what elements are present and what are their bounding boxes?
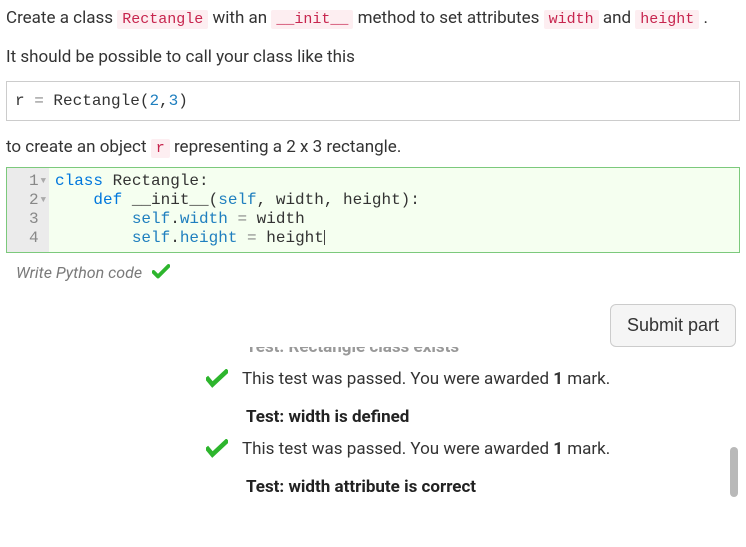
line-number: 3 <box>29 210 39 229</box>
test-pass-row: This test was passed. You were awarded 1… <box>206 369 726 389</box>
test-pass-text: This test was passed. You were awarded 1… <box>242 369 610 389</box>
submit-button[interactable]: Submit part <box>610 304 736 347</box>
text: . <box>704 8 708 28</box>
code-text: , <box>159 92 169 110</box>
test-title: Test: width is defined <box>246 407 726 427</box>
check-icon <box>206 439 228 459</box>
text: and <box>603 8 635 28</box>
test-pass-text: This test was passed. You were awarded 1… <box>242 439 610 459</box>
scrollbar[interactable] <box>730 347 738 507</box>
code-inline-height: height <box>635 10 699 29</box>
code-num: 3 <box>169 92 179 110</box>
code-inline-init: __init__ <box>271 10 353 29</box>
submit-row: Submit part <box>6 288 740 347</box>
check-icon <box>152 264 170 280</box>
cursor <box>324 230 325 245</box>
code-num: 2 <box>149 92 159 110</box>
line-number: 4 <box>29 229 39 248</box>
text: with an <box>212 8 271 28</box>
editor-content[interactable]: class Rectangle: def __init__(self, widt… <box>49 168 739 252</box>
code-eq: = <box>34 92 44 110</box>
code-inline-r: r <box>151 139 170 158</box>
check-icon <box>206 369 228 389</box>
text: representing a 2 x 3 rectangle. <box>174 137 401 157</box>
code-inline-rectangle: Rectangle <box>117 10 208 29</box>
editor-hint: Write Python code <box>16 263 142 282</box>
scroll-thumb[interactable] <box>730 447 738 497</box>
code-text: Rectangle( <box>44 92 150 110</box>
instruction-after: to create an object r representing a 2 x… <box>6 135 740 161</box>
text: Create a class <box>6 8 117 28</box>
code-text: r <box>15 92 34 110</box>
instruction-line: Create a class Rectangle with an __init_… <box>6 6 740 32</box>
line-number: 1 <box>29 172 39 191</box>
results-panel: Test: Rectangle class exists This test w… <box>6 347 740 507</box>
instruction-subtext: It should be possible to call your class… <box>6 46 740 70</box>
text: method to set attributes <box>358 8 544 28</box>
example-code-block: r = Rectangle(2,3) <box>6 81 740 121</box>
editor-gutter: 1▼ 2▼ 3▼ 4▼ <box>7 168 49 252</box>
code-inline-width: width <box>544 10 599 29</box>
text: to create an object <box>6 137 151 157</box>
fold-icon[interactable]: ▼ <box>41 191 46 210</box>
line-number: 2 <box>29 191 39 210</box>
test-title: Test: width attribute is correct <box>246 477 726 497</box>
code-text: ) <box>178 92 188 110</box>
editor-footer: Write Python code <box>6 253 740 288</box>
fold-icon[interactable]: ▼ <box>41 172 46 191</box>
code-editor[interactable]: 1▼ 2▼ 3▼ 4▼ class Rectangle: def __init_… <box>6 167 740 253</box>
test-pass-row: This test was passed. You were awarded 1… <box>206 439 726 459</box>
test-title: Test: Rectangle class exists <box>246 347 726 357</box>
